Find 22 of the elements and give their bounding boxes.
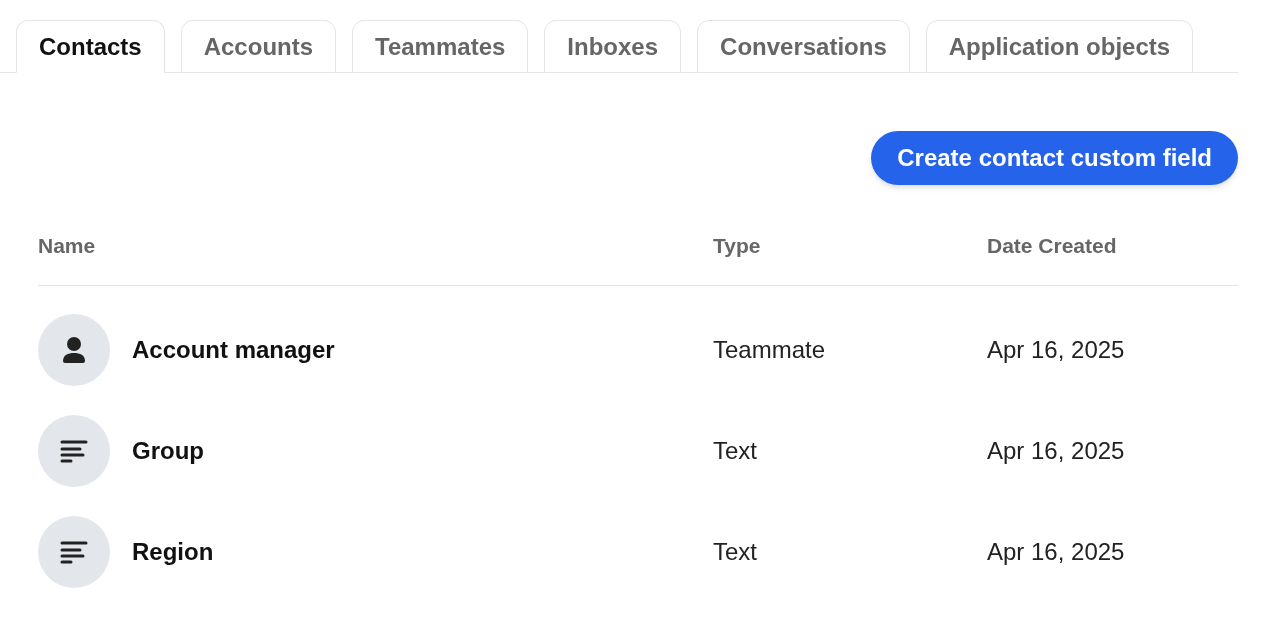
field-name: Group	[132, 436, 204, 466]
text-lines-icon	[60, 439, 88, 463]
tab[interactable]: Contacts	[16, 20, 165, 73]
tab[interactable]: Teammates	[352, 20, 529, 73]
field-type: Text	[713, 537, 758, 567]
field-type: Text	[713, 436, 758, 466]
column-header: Type	[713, 233, 762, 259]
column-header: Name	[38, 233, 97, 259]
date-created: Apr 16, 2025	[987, 537, 1126, 567]
tab[interactable]: Conversations	[697, 20, 910, 73]
column-header: Date Created	[987, 233, 1118, 259]
person-icon	[62, 336, 86, 364]
create-field-button[interactable]: Create contact custom field	[871, 131, 1238, 185]
field-type: Teammate	[713, 335, 827, 365]
date-created: Apr 16, 2025	[987, 436, 1126, 466]
date-created: Apr 16, 2025	[987, 335, 1126, 365]
field-name: Region	[132, 537, 214, 567]
tab[interactable]: Application objects	[925, 20, 1194, 73]
text-lines-icon	[60, 540, 88, 564]
tab[interactable]: Inboxes	[544, 20, 682, 73]
field-name: Account manager	[132, 335, 335, 365]
tab[interactable]: Accounts	[180, 20, 337, 73]
